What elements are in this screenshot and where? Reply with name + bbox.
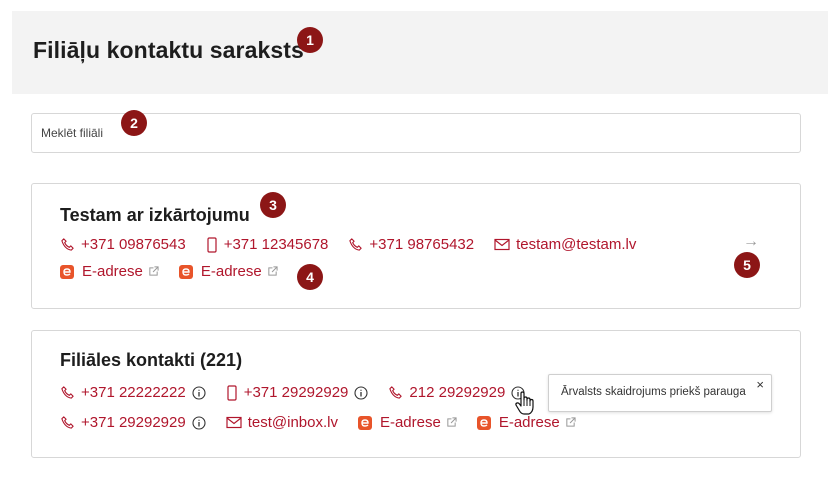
external-link-icon bbox=[267, 266, 278, 277]
branch-card: Testam ar izkārtojumu +371 09876543 +371… bbox=[31, 183, 801, 309]
info-icon[interactable] bbox=[354, 385, 368, 400]
phone-link[interactable]: +371 98765432 bbox=[348, 236, 474, 253]
phone-link[interactable]: +371 29292929 bbox=[60, 414, 206, 431]
branch-title: Filiāles kontakti (221) bbox=[60, 350, 243, 370]
mobile-icon bbox=[206, 236, 218, 253]
phone-icon bbox=[60, 237, 75, 252]
phone-icon bbox=[388, 385, 403, 400]
mobile-icon bbox=[226, 384, 238, 401]
contact-row: +371 09876543 +371 12345678 +371 9876543… bbox=[60, 236, 656, 253]
phone-link[interactable]: 212 29292929 bbox=[388, 384, 525, 401]
mail-icon bbox=[226, 416, 242, 429]
e-adrese-link[interactable]: E-adrese bbox=[60, 263, 159, 280]
page-header: Filiāļu kontaktu saraksts bbox=[12, 11, 828, 94]
e-adrese-icon bbox=[60, 264, 74, 279]
contact-row: +371 22222222 +371 29292929 212 29292929 bbox=[60, 384, 545, 401]
contact-row: E-adrese E-adrese bbox=[60, 263, 298, 280]
tooltip-text: Ārvalsts skaidrojums priekš parauga bbox=[561, 386, 746, 398]
info-icon[interactable] bbox=[192, 385, 206, 400]
annotation-badge-5: 5 bbox=[734, 252, 760, 278]
page-title: Filiāļu kontaktu saraksts bbox=[33, 37, 304, 63]
email-link[interactable]: testam@testam.lv bbox=[494, 236, 636, 253]
phone-link[interactable]: +371 09876543 bbox=[60, 236, 186, 253]
annotation-badge-1: 1 bbox=[297, 27, 323, 53]
e-adrese-icon bbox=[357, 415, 372, 430]
external-link-icon bbox=[148, 266, 159, 277]
phone-icon bbox=[60, 415, 75, 430]
arrow-right-icon[interactable]: → bbox=[743, 233, 759, 251]
info-tooltip: Ārvalsts skaidrojums priekš parauga × bbox=[548, 374, 772, 412]
phone-icon bbox=[348, 237, 363, 252]
info-icon[interactable] bbox=[192, 415, 206, 430]
e-adrese-link[interactable]: E-adrese bbox=[178, 263, 278, 280]
external-link-icon bbox=[565, 417, 576, 428]
mail-icon bbox=[494, 238, 510, 251]
annotation-badge-4: 4 bbox=[297, 264, 323, 290]
external-link-icon bbox=[446, 417, 457, 428]
mobile-link[interactable]: +371 12345678 bbox=[206, 236, 328, 253]
phone-icon bbox=[60, 385, 75, 400]
hand-cursor-icon bbox=[514, 390, 536, 421]
annotation-badge-2: 2 bbox=[121, 110, 147, 136]
e-adrese-icon bbox=[476, 415, 491, 430]
e-adrese-link[interactable]: E-adrese bbox=[357, 414, 457, 431]
annotation-badge-3: 3 bbox=[260, 192, 286, 218]
mobile-link[interactable]: +371 29292929 bbox=[226, 384, 369, 401]
close-icon[interactable]: × bbox=[756, 377, 764, 392]
branch-title: Testam ar izkārtojumu bbox=[60, 205, 250, 225]
phone-link[interactable]: +371 22222222 bbox=[60, 384, 206, 401]
email-link[interactable]: test@inbox.lv bbox=[226, 414, 338, 431]
e-adrese-icon bbox=[178, 264, 193, 279]
